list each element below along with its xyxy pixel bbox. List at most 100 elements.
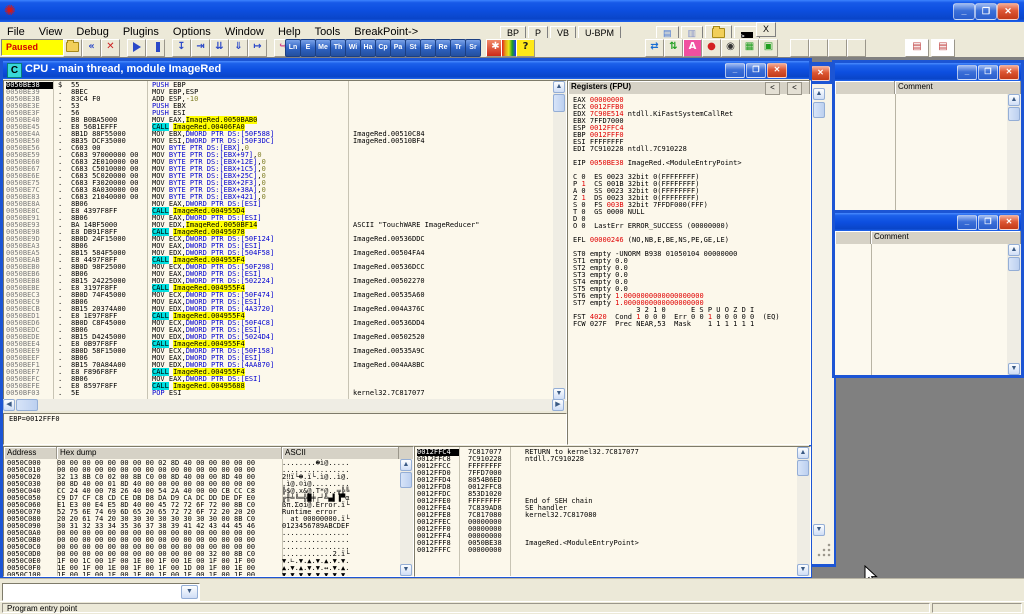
- step-over-icon[interactable]: ⇥: [191, 39, 210, 57]
- scrollbar-thumb[interactable]: [553, 94, 565, 112]
- disassembly-row[interactable]: 0050BEE9.8B0D 58F15000MOV ECX,DWORD PTR …: [6, 348, 552, 355]
- register-line[interactable]: EDI 7C910228 ntdll.7C910228: [573, 146, 780, 153]
- pause-icon[interactable]: [146, 39, 165, 57]
- close-button[interactable]: ✕: [999, 65, 1019, 80]
- scroll-down-icon[interactable]: ▼: [1008, 363, 1020, 375]
- comment-column-header[interactable]: Comment: [895, 81, 1021, 94]
- menu-window[interactable]: Window: [218, 24, 271, 38]
- register-line[interactable]: EIP 0050BE38 ImageRed.<ModuleEntryPoint>: [573, 160, 780, 167]
- comment-list[interactable]: [835, 244, 1007, 375]
- scrollbar-thumb[interactable]: [400, 472, 412, 488]
- minimize-button[interactable]: _: [725, 63, 745, 78]
- window-button-re[interactable]: Re: [435, 39, 451, 57]
- close-program-icon[interactable]: ✕: [101, 39, 120, 57]
- cpu-window-titlebar[interactable]: C CPU - main thread, module ImageRed _ ❐…: [3, 61, 809, 79]
- record-icon[interactable]: ●: [702, 39, 721, 57]
- maximize-button[interactable]: ❐: [978, 215, 998, 230]
- scroll-up-icon[interactable]: ▲: [553, 81, 565, 93]
- minimize-button[interactable]: _: [953, 3, 975, 20]
- disassembly-row[interactable]: 0050BF03.5EPOP ESIkernel32.7C817077: [6, 390, 552, 397]
- menu-file[interactable]: File: [0, 24, 32, 38]
- command-combobox[interactable]: ▼: [2, 583, 200, 601]
- log-window-icon[interactable]: ▤: [905, 39, 929, 57]
- disassembly-row[interactable]: 0050BEC3.8B0D 74F45000MOV ECX,DWORD PTR …: [6, 292, 552, 299]
- scroll-up-icon[interactable]: ▲: [1008, 244, 1020, 256]
- scroll-up-icon[interactable]: ▲: [400, 459, 412, 471]
- spiral-icon[interactable]: ◉: [721, 39, 740, 57]
- scroll-left-icon[interactable]: ◀: [3, 399, 15, 411]
- dump-vertical-scrollbar[interactable]: ▲ ▼: [400, 459, 413, 576]
- menu-help[interactable]: Help: [271, 24, 308, 38]
- window-button-pa[interactable]: Pa: [390, 39, 406, 57]
- comment-list[interactable]: [835, 94, 1007, 229]
- scroll-up-icon[interactable]: ▲: [797, 447, 809, 459]
- menu-plugins[interactable]: Plugins: [116, 24, 166, 38]
- hex-dump-pane[interactable]: Address Hex dump ASCII 0050C00000 00 00 …: [3, 446, 414, 577]
- window-button-st[interactable]: St: [405, 39, 421, 57]
- window-button-tr[interactable]: Tr: [450, 39, 466, 57]
- menu-debug[interactable]: Debug: [69, 24, 115, 38]
- updown-icon[interactable]: ⇅: [664, 39, 683, 57]
- open-file-icon[interactable]: [63, 39, 82, 57]
- disassembly-row[interactable]: 0050BEF7.E8 F896F8FFCALL ImageRed.004955…: [6, 369, 552, 376]
- vertical-scrollbar[interactable]: ▲ ▼: [1007, 94, 1021, 229]
- close-button[interactable]: ✕: [767, 63, 787, 78]
- grid-icon[interactable]: ▦: [740, 39, 759, 57]
- restore-button[interactable]: ❐: [975, 3, 997, 20]
- register-line[interactable]: O 0 LastErr ERROR_SUCCESS (00000000): [573, 223, 780, 230]
- scroll-down-icon[interactable]: ▼: [400, 564, 412, 576]
- animate-over-icon[interactable]: ⇓: [229, 39, 248, 57]
- scroll-up-icon[interactable]: ▲: [813, 88, 825, 100]
- scroll-down-icon[interactable]: ▼: [797, 564, 809, 576]
- register-line[interactable]: FCW 027F Prec NEAR,53 Mask 1 1 1 1 1 1: [573, 321, 780, 328]
- menu-breakpoint[interactable]: BreakPoint->: [347, 24, 425, 38]
- disassembly-row[interactable]: 0050BE3B.83C4 F0ADD ESP,-10: [6, 96, 552, 103]
- register-line[interactable]: T 0 GS 0000 NULL: [573, 209, 780, 216]
- collapse-left-icon[interactable]: <: [765, 82, 780, 95]
- resize-grip[interactable]: [816, 542, 832, 558]
- disassembly-row[interactable]: 0050BEFE.E8 8597F8FFCALL ImageRed.004956…: [6, 383, 552, 390]
- disassembly-horizontal-scrollbar[interactable]: ◀ ▶: [3, 399, 565, 411]
- ascii-column-header[interactable]: ASCII: [282, 447, 399, 459]
- window-button-th[interactable]: Th: [330, 39, 346, 57]
- scroll-right-icon[interactable]: ▶: [552, 399, 564, 411]
- exchange-icon[interactable]: ⇄: [645, 39, 664, 57]
- window-button-ln[interactable]: Ln: [285, 39, 301, 57]
- execute-till-return-icon[interactable]: ↦: [248, 39, 267, 57]
- screen-icon[interactable]: ▣: [759, 39, 778, 57]
- stack-row[interactable]: 0012FFFC00000000: [417, 547, 639, 554]
- window-button-cp[interactable]: Cp: [375, 39, 391, 57]
- disassembly-row[interactable]: 0050BE8C.E8 4397F8FFCALL ImageRed.004955…: [6, 208, 552, 215]
- scrollbar-thumb[interactable]: [813, 102, 825, 118]
- maximize-button[interactable]: ❐: [746, 63, 766, 78]
- background-window-close-button[interactable]: ✕: [811, 66, 830, 81]
- minimize-button[interactable]: _: [957, 215, 977, 230]
- window-button-sr[interactable]: Sr: [465, 39, 481, 57]
- disassembly-row[interactable]: 0050BE3E.53PUSH EBX: [6, 103, 552, 110]
- window-button-ha[interactable]: Ha: [360, 39, 376, 57]
- comment-column-header[interactable]: Comment: [871, 231, 1021, 244]
- dump-row[interactable]: 0050C1001F 00 1F 00 1F 00 1F 00 1F 00 1F…: [7, 572, 349, 577]
- animate-into-icon[interactable]: ⇊: [210, 39, 229, 57]
- disassembly-row[interactable]: 0050BE38$55PUSH EBP: [6, 82, 552, 89]
- vertical-scrollbar[interactable]: ▲ ▼: [1007, 244, 1021, 375]
- scrollbar-thumb[interactable]: [1008, 107, 1020, 121]
- window-button-me[interactable]: Me: [315, 39, 331, 57]
- window-button-wi[interactable]: Wi: [345, 39, 361, 57]
- disassembly-row[interactable]: 0050BE83.C683 21040000 00MOV BYTE PTR DS…: [6, 194, 552, 201]
- stack-vertical-scrollbar[interactable]: ▲ ▼: [797, 447, 810, 576]
- maximize-button[interactable]: ❐: [978, 65, 998, 80]
- scrollbar-thumb[interactable]: [797, 460, 809, 476]
- registers-pane[interactable]: Registers (FPU) < < EAX 00000000ECX 0012…: [567, 80, 811, 445]
- disassembly-vertical-scrollbar[interactable]: ▲ ▼: [553, 81, 566, 400]
- run-icon[interactable]: [127, 39, 146, 57]
- chevron-down-icon[interactable]: ▼: [181, 585, 198, 599]
- disassembly-row[interactable]: 0050BED6.8B0D C8F45000MOV ECX,DWORD PTR …: [6, 320, 552, 327]
- scroll-down-icon[interactable]: ▼: [813, 524, 825, 536]
- register-line[interactable]: EFL 00000246 (NO,NB,E,BE,NS,PE,GE,LE): [573, 237, 780, 244]
- help-icon[interactable]: ?: [516, 39, 535, 57]
- address-column-header[interactable]: Address: [4, 447, 57, 459]
- collapse-left-icon-2[interactable]: <: [787, 82, 802, 95]
- menu-options[interactable]: Options: [166, 24, 218, 38]
- disassembly-row[interactable]: 0050BE9D.8B0D 24F15000MOV ECX,DWORD PTR …: [6, 236, 552, 243]
